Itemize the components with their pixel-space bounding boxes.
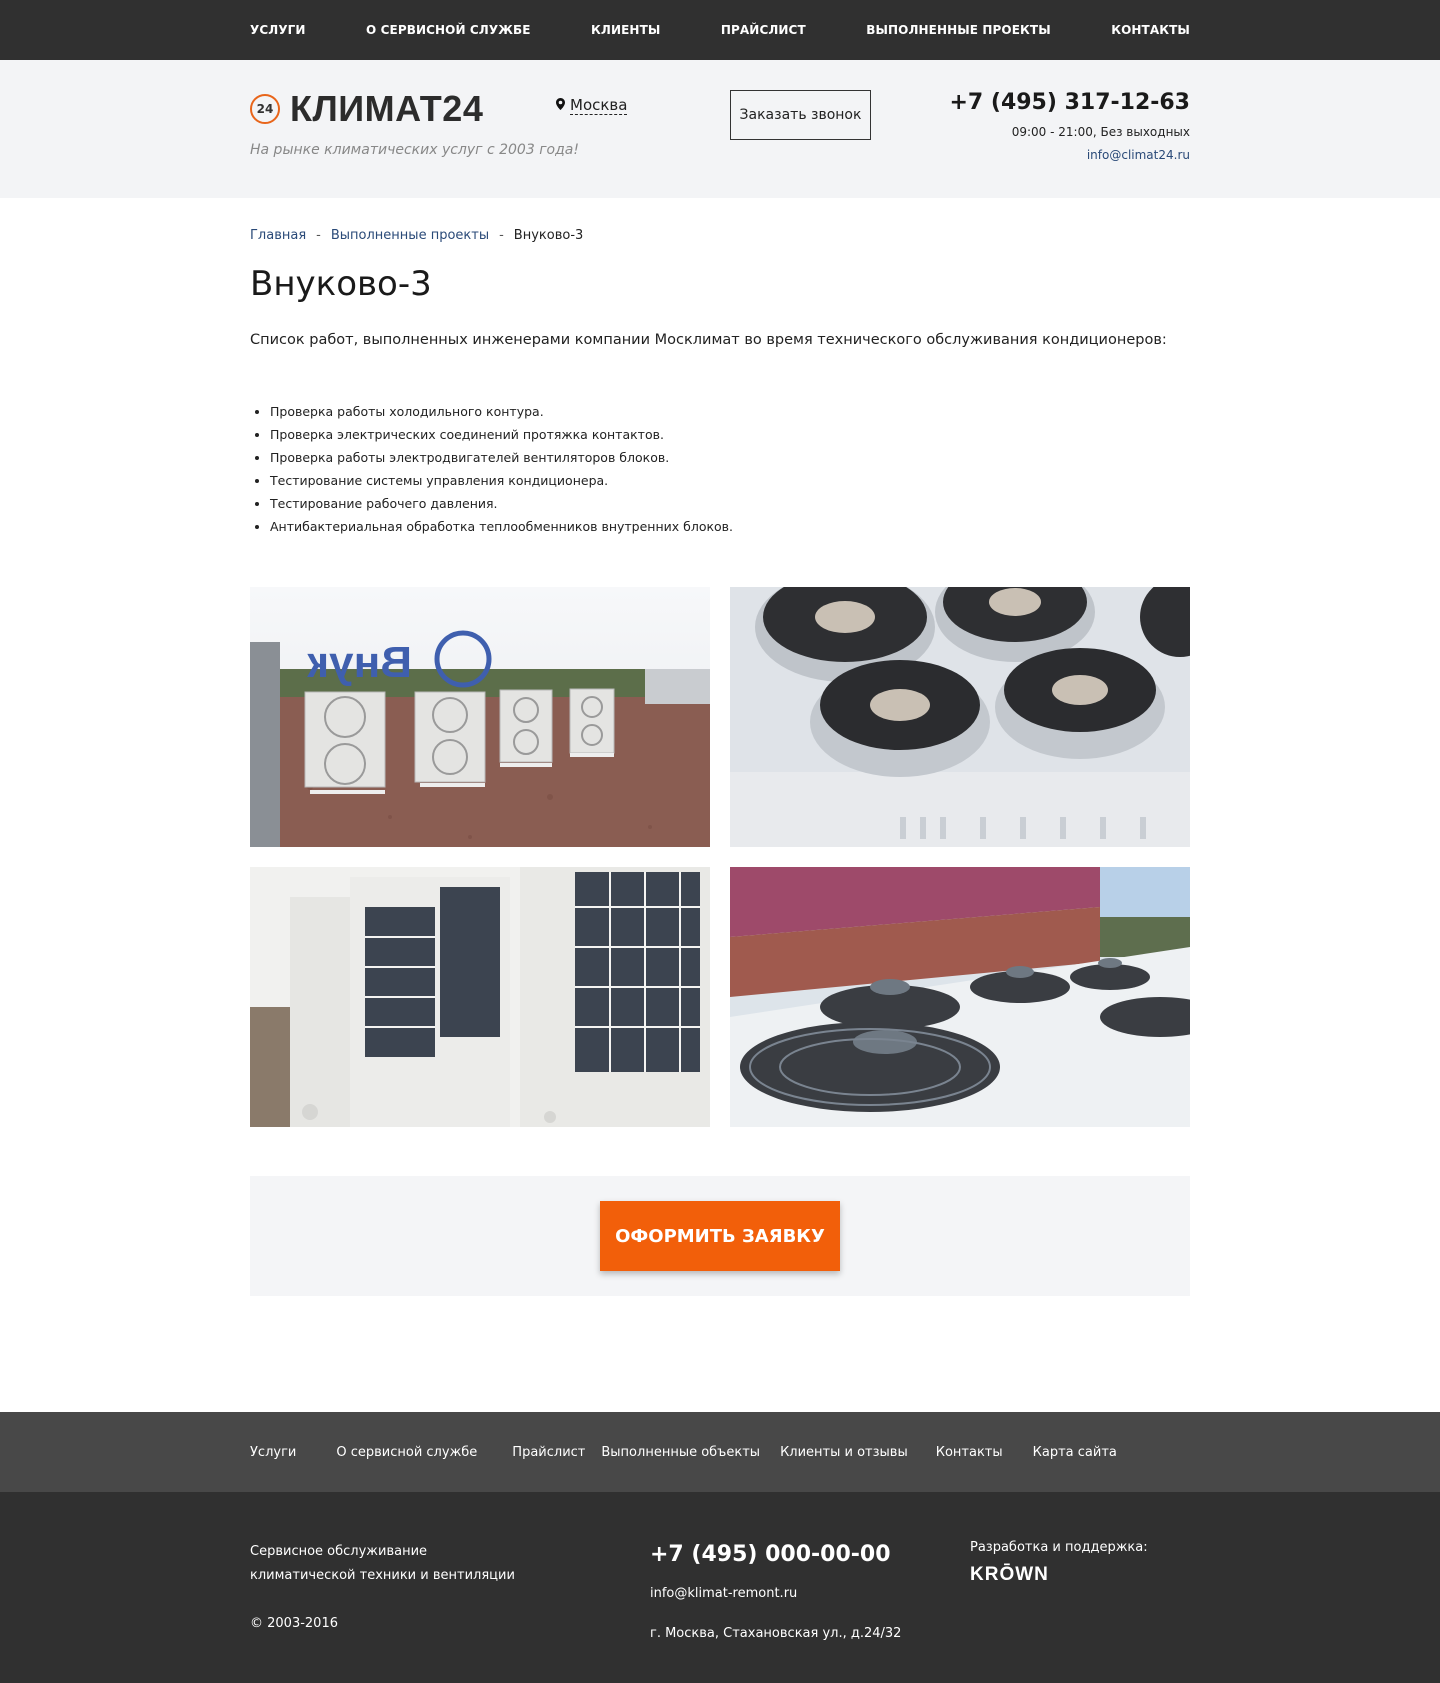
developer-logo[interactable]: KRŌWN (970, 1564, 1049, 1586)
list-item: Проверка работы электродвигателей вентил… (270, 450, 733, 465)
gallery-photo-vrf-units[interactable] (250, 867, 710, 1127)
footer-address: г. Москва, Стахановская ул., д.24/32 (650, 1626, 902, 1641)
breadcrumb-separator: - (499, 228, 504, 243)
list-item: Антибактериальная обработка теплообменни… (270, 519, 733, 534)
intro-text: Список работ, выполненных инженерами ком… (250, 332, 1167, 348)
list-item: Тестирование рабочего давления. (270, 496, 733, 511)
list-item: Проверка электрических соединений протяж… (270, 427, 733, 442)
logo-text: КЛИМАТ24 (290, 88, 484, 129)
list-item: Проверка работы холодильного контура. (270, 404, 733, 419)
breadcrumb-current: Внуково-3 (513, 228, 584, 243)
page-title: Внуково-3 (250, 264, 432, 304)
topnav-item-contacts[interactable]: КОНТАКТЫ (1111, 23, 1190, 37)
site-logo[interactable]: 24 КЛИМАТ24 (250, 88, 483, 130)
footer-navigation: Услуги О сервисной службе Прайслист Выпо… (0, 1412, 1440, 1492)
header-email[interactable]: info@climat24.ru (1087, 148, 1190, 162)
top-navigation: УСЛУГИ О СЕРВИСНОЙ СЛУЖБЕ КЛИЕНТЫ ПРАЙСЛ… (0, 0, 1440, 60)
breadcrumb-projects[interactable]: Выполненные проекты (331, 228, 489, 243)
tagline: На рынке климатических услуг с 2003 года… (250, 142, 579, 158)
sign-lettering: Внук (306, 638, 412, 687)
footer-nav-clients[interactable]: Клиенты и отзывы (780, 1445, 908, 1460)
order-block: ОФОРМИТЬ ЗАЯВКУ (250, 1176, 1190, 1296)
gallery-photo-roof-fans[interactable] (730, 867, 1190, 1127)
footer-nav-pricelist[interactable]: Прайслист (512, 1445, 585, 1460)
footer-nav-sitemap[interactable]: Карта сайта (1033, 1445, 1117, 1460)
map-pin-icon (556, 98, 565, 113)
footer-nav-contacts[interactable]: Контакты (936, 1445, 1003, 1460)
footer-copyright: © 2003-2016 (250, 1616, 338, 1631)
photo-gallery: Внук (250, 587, 1190, 1127)
city-name: Москва (570, 96, 628, 115)
topnav-item-projects[interactable]: ВЫПОЛНЕННЫЕ ПРОЕКТЫ (866, 23, 1051, 37)
site-footer: Сервисное обслуживание климатической тех… (0, 1492, 1440, 1683)
topnav-item-about[interactable]: О СЕРВИСНОЙ СЛУЖБЕ (366, 23, 531, 37)
city-selector[interactable]: Москва (556, 96, 628, 115)
site-header: 24 КЛИМАТ24 На рынке климатических услуг… (0, 60, 1440, 198)
breadcrumb-separator: - (316, 228, 321, 243)
order-button[interactable]: ОФОРМИТЬ ЗАЯВКУ (600, 1201, 840, 1271)
footer-phone[interactable]: +7 (495) 000-00-00 (650, 1542, 891, 1567)
footer-email[interactable]: info@klimat-remont.ru (650, 1586, 797, 1601)
breadcrumb: Главная - Выполненные проекты - Внуково-… (250, 228, 583, 243)
main-content: Главная - Выполненные проекты - Внуково-… (250, 198, 1190, 1412)
working-hours: 09:00 - 21:00, Без выходных (1011, 125, 1190, 139)
footer-nav-services[interactable]: Услуги (250, 1445, 296, 1460)
gallery-photo-rooftop-units[interactable]: Внук (250, 587, 710, 847)
topnav-item-services[interactable]: УСЛУГИ (250, 23, 306, 37)
footer-nav-about[interactable]: О сервисной службе (336, 1445, 477, 1460)
works-list: Проверка работы холодильного контура. Пр… (270, 404, 733, 542)
developer-label: Разработка и поддержка: (970, 1540, 1148, 1555)
logo-24-icon: 24 (250, 94, 280, 124)
header-phone[interactable]: +7 (495) 317-12-63 (949, 90, 1190, 115)
gallery-photo-condenser-fans[interactable] (730, 587, 1190, 847)
topnav-item-pricelist[interactable]: ПРАЙСЛИСТ (721, 23, 806, 37)
footer-nav-projects[interactable]: Выполненные объекты (601, 1445, 760, 1460)
footer-description: Сервисное обслуживание климатической тех… (250, 1544, 515, 1583)
list-item: Тестирование системы управления кондицио… (270, 473, 733, 488)
breadcrumb-home[interactable]: Главная (250, 228, 306, 243)
callback-button[interactable]: Заказать звонок (730, 90, 871, 140)
topnav-item-clients[interactable]: КЛИЕНТЫ (591, 23, 660, 37)
